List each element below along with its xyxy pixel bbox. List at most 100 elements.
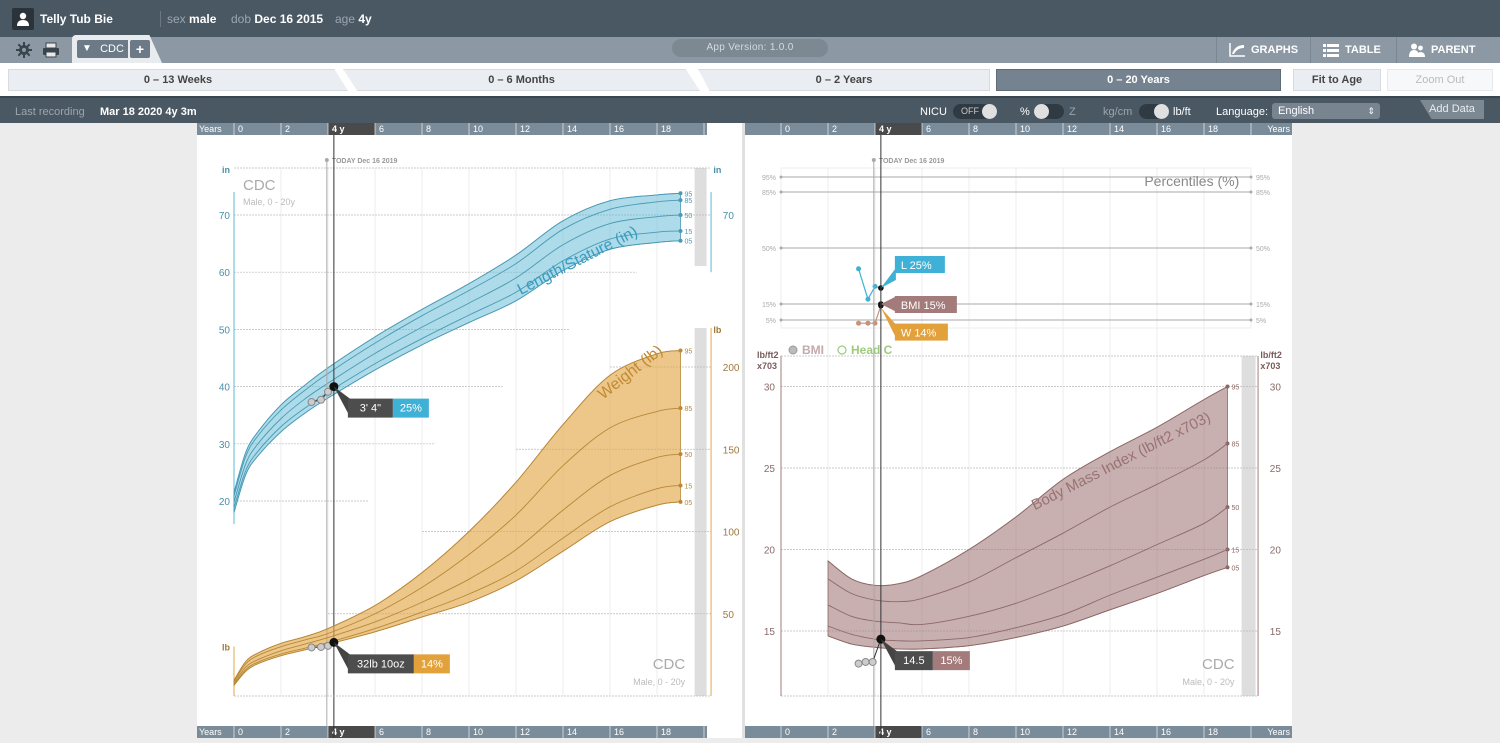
percentile-tick-label: 5% <box>766 318 776 325</box>
legend-bmi-marker <box>788 345 798 355</box>
x-tick-label: 8 <box>426 727 431 737</box>
nicu-toggle[interactable]: OFF <box>953 104 997 119</box>
x-tick-label: 8 <box>973 124 978 134</box>
chart-source: CDC <box>653 656 686 673</box>
x-tick-label: 10 <box>1020 727 1030 737</box>
y-tick-label: 15 <box>764 627 776 638</box>
percentile-end-dot <box>678 483 683 488</box>
percentile-tick-dot <box>779 246 783 250</box>
unit-toggle[interactable] <box>1139 104 1169 119</box>
gear-icon[interactable] <box>15 41 33 59</box>
z-label: Z <box>1069 106 1076 118</box>
x-tick-label: 2 <box>285 727 290 737</box>
zoom-out-button[interactable]: Zoom Out <box>1387 69 1493 91</box>
percentile-end-label: 50 <box>1232 505 1240 512</box>
y-unit-label-right: lb <box>713 325 722 335</box>
y-tick-label-right: 20 <box>1270 546 1282 557</box>
percentile-point <box>865 296 871 302</box>
x-tick-label: 8 <box>426 124 431 134</box>
today-dot <box>871 158 876 162</box>
y-tick-label: 25 <box>764 464 776 475</box>
y-tick-label: 50 <box>219 325 231 336</box>
range-0-13-weeks[interactable]: 0 – 13 Weeks <box>8 69 348 91</box>
legend-headc-label: Head C <box>851 343 893 357</box>
nav-graphs[interactable]: GRAPHS <box>1216 37 1310 63</box>
percentile-point <box>856 266 862 272</box>
left-chart-panel: Years 0 2 4 y 6 8 10 12 14 16 18 Years 0 2 4 y 6 8 10 12 14… <box>197 123 742 738</box>
measurement-point <box>307 643 316 652</box>
printer-icon[interactable] <box>42 41 60 59</box>
percentile-tick-label-right: 50% <box>1256 246 1270 253</box>
y-tick-label: 40 <box>219 383 231 394</box>
toggle-knob <box>982 104 997 119</box>
patient-sex: sex male <box>167 12 216 26</box>
callout-value: 3' 4" <box>360 403 381 415</box>
range-0-2-years[interactable]: 0 – 2 Years <box>698 69 990 91</box>
last-recording-label: Last recording <box>15 106 85 118</box>
x-tick-label: 2 <box>832 727 837 737</box>
percentile-end-label: 05 <box>685 239 693 246</box>
y-unit-label: lb/ft2 <box>757 350 779 360</box>
range-bar: 0 – 13 Weeks 0 – 6 Months 0 – 2 Years 0 … <box>0 63 1500 96</box>
nav-table[interactable]: TABLE <box>1310 37 1396 63</box>
x-axis-label: Years <box>199 727 222 737</box>
y-tick-label: 200 <box>723 363 740 374</box>
fit-to-age-button[interactable]: Fit to Age <box>1293 69 1381 91</box>
y-tick-label: 100 <box>723 528 740 539</box>
x-tick-label: 16 <box>614 124 624 134</box>
growth-chart-length-weight: Years 0 2 4 y 6 8 10 12 14 16 18Years 0 2 4 y 6 8 10 12 14… <box>197 123 740 738</box>
add-data-button[interactable]: Add Data <box>1420 100 1484 119</box>
range-0-20-years[interactable]: 0 – 20 Years <box>996 69 1281 91</box>
x-tick-label: 0 <box>785 124 790 134</box>
x-tick-label: 14 <box>567 727 577 737</box>
patient-name: Telly Tub Bie <box>40 12 113 26</box>
percent-label: % <box>1020 106 1030 118</box>
x-tick-label: 0 <box>785 727 790 737</box>
app-version: App Version: 1.0.0 <box>672 39 828 57</box>
dob-label: dob <box>231 12 252 26</box>
sex-label: sex <box>167 12 186 26</box>
people-icon <box>1409 43 1425 57</box>
x-tick-label: 18 <box>661 124 671 134</box>
today-dot <box>324 158 329 162</box>
chart-source: CDC <box>243 177 276 194</box>
nav-parent[interactable]: PARENT <box>1396 37 1490 63</box>
today-label: TODAY Dec 16 2019 <box>879 158 945 165</box>
x-tick-label: 12 <box>1067 727 1077 737</box>
percentile-tick-dot <box>779 190 783 194</box>
patient-age: age 4y <box>335 12 372 26</box>
bmi-end-column <box>1241 356 1256 696</box>
user-icon[interactable] <box>12 8 34 30</box>
x-tick-label: 0 <box>238 727 243 737</box>
divider <box>160 11 161 27</box>
tab-cdc[interactable]: CDC <box>96 40 128 58</box>
percentile-tick-label: 50% <box>762 246 776 253</box>
select-arrows-icon: ⇕ <box>1367 106 1375 116</box>
x-tick-label: 16 <box>1161 727 1171 737</box>
length-end-column <box>694 168 707 266</box>
percentile-end-dot <box>678 452 683 457</box>
percentile-tick-dot <box>1249 246 1253 250</box>
range-0-6-months[interactable]: 0 – 6 Months <box>343 69 700 91</box>
x-tick-label: 6 <box>379 124 384 134</box>
add-tab-button[interactable]: + <box>130 40 150 58</box>
percentile-end-label: 05 <box>1232 565 1240 572</box>
chevron-down-icon[interactable]: ▼ <box>77 40 97 58</box>
language-select[interactable]: English ⇕ <box>1272 103 1380 119</box>
percentile-end-label: 95 <box>1232 385 1240 392</box>
x-tick-label: 14 <box>1114 124 1124 134</box>
percent-z-toggle[interactable] <box>1034 104 1064 119</box>
nav-graphs-label: GRAPHS <box>1251 44 1299 56</box>
y-tick-label: 30 <box>764 383 776 394</box>
x-tick-label: 6 <box>379 727 384 737</box>
measurement-point <box>316 642 325 651</box>
y-tick-label: 20 <box>764 546 776 557</box>
percentile-point <box>856 320 862 326</box>
percentile-end-label: 15 <box>685 229 693 236</box>
x-tick-label: 12 <box>520 727 530 737</box>
percentile-line-w <box>858 305 882 324</box>
percentile-end-dot <box>678 406 683 411</box>
legend-bmi-label: BMI <box>802 343 824 357</box>
y-tick-label: 50 <box>723 610 735 621</box>
percentile-end-label: 85 <box>1232 442 1240 449</box>
